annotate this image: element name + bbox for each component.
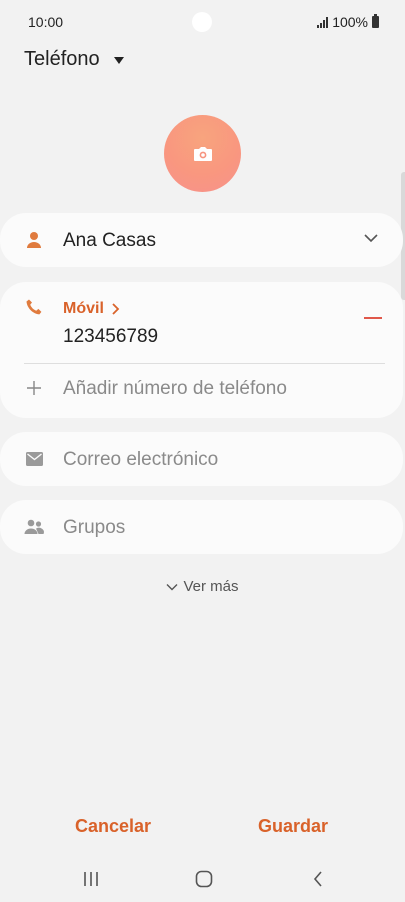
phone-type-label: Móvil bbox=[63, 300, 104, 317]
status-indicators: 100% bbox=[317, 14, 379, 30]
person-icon bbox=[24, 230, 44, 250]
groups-card[interactable]: Grupos bbox=[0, 500, 403, 554]
recent-apps-icon[interactable] bbox=[80, 868, 102, 890]
front-camera bbox=[192, 12, 212, 32]
email-icon bbox=[24, 449, 44, 469]
action-bar: Cancelar Guardar bbox=[0, 816, 405, 842]
groups-icon bbox=[24, 517, 44, 537]
chevron-down-icon bbox=[166, 583, 178, 590]
home-icon[interactable] bbox=[193, 868, 215, 890]
groups-label: Grupos bbox=[63, 517, 126, 538]
back-icon[interactable] bbox=[307, 868, 329, 890]
add-photo-button[interactable] bbox=[164, 115, 241, 192]
phone-type-selector[interactable]: Móvil bbox=[63, 300, 120, 318]
signal-icon bbox=[317, 16, 329, 28]
chevron-down-icon[interactable] bbox=[363, 230, 379, 246]
cancel-button[interactable]: Cancelar bbox=[75, 816, 151, 837]
minus-icon[interactable] bbox=[364, 317, 382, 319]
navigation-bar bbox=[0, 860, 405, 898]
phone-card: Móvil 123456789 Añadir número de teléfon… bbox=[0, 282, 403, 418]
camera-icon bbox=[193, 146, 212, 161]
email-field[interactable]: Correo electrónico bbox=[63, 449, 218, 471]
caret-down-icon bbox=[113, 57, 124, 64]
plus-icon bbox=[24, 378, 44, 398]
phone-number-field[interactable]: 123456789 bbox=[63, 326, 158, 348]
save-button[interactable]: Guardar bbox=[258, 816, 328, 837]
name-field[interactable]: Ana Casas bbox=[63, 230, 156, 252]
storage-selector[interactable]: Teléfono bbox=[24, 48, 124, 71]
battery-percent: 100% bbox=[332, 14, 368, 30]
phone-icon bbox=[24, 297, 44, 317]
email-card[interactable]: Correo electrónico bbox=[0, 432, 403, 486]
add-phone-label: Añadir número de teléfono bbox=[63, 378, 287, 399]
battery-icon bbox=[372, 14, 379, 28]
name-card[interactable]: Ana Casas bbox=[0, 213, 403, 267]
see-more-label: Ver más bbox=[183, 578, 239, 595]
see-more-button[interactable]: Ver más bbox=[0, 578, 405, 595]
chevron-right-icon bbox=[112, 303, 120, 315]
divider bbox=[24, 363, 385, 364]
status-time: 10:00 bbox=[28, 14, 64, 30]
storage-label: Teléfono bbox=[24, 48, 100, 70]
add-phone-row[interactable]: Añadir número de teléfono bbox=[0, 378, 403, 402]
